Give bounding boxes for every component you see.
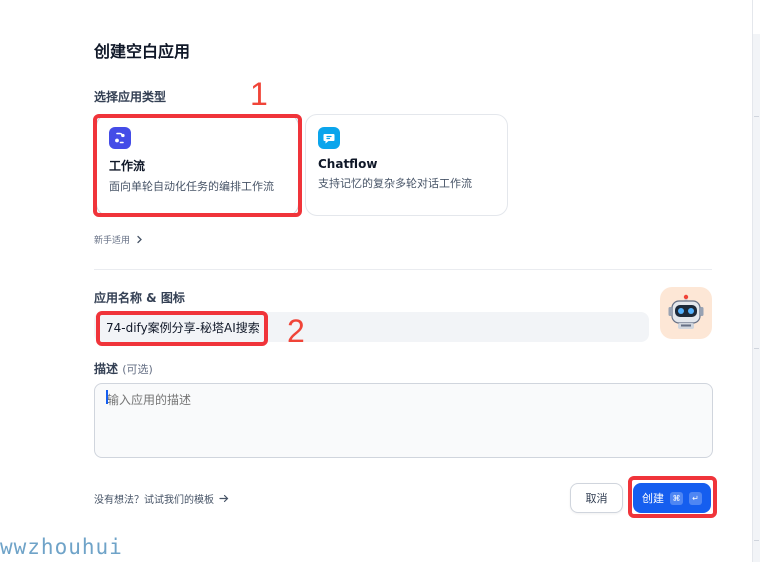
app-type-description: 支持记忆的复杂多轮对话工作流 (318, 177, 472, 190)
app-type-label: 选择应用类型 (94, 90, 167, 104)
scrollbar-notch (754, 540, 759, 541)
description-textarea[interactable] (94, 383, 713, 458)
annotation-marker-2: 2 (287, 313, 305, 349)
workflow-icon (109, 127, 131, 149)
template-link-label: 没有想法？试试我们的模板 (94, 495, 214, 506)
app-type-chatflow[interactable]: Chatflow 支持记忆的复杂多轮对话工作流 (305, 114, 508, 216)
chat-bubble-icon (318, 127, 340, 149)
template-link[interactable]: 没有想法？试试我们的模板 (94, 491, 229, 506)
dialog-title: 创建空白应用 (94, 42, 191, 61)
app-type-description: 面向单轮自动化任务的编排工作流 (109, 180, 274, 193)
app-avatar[interactable] (660, 287, 712, 339)
app-type-title: 工作流 (109, 159, 146, 173)
app-name-label: 应用名称 & 图标 (94, 291, 185, 305)
scrollbar-notch (754, 116, 759, 117)
app-type-title: Chatflow (318, 157, 378, 171)
description-label: 描述 (可选) (94, 360, 153, 377)
annotation-marker-1: 1 (250, 76, 268, 112)
app-type-workflow[interactable]: 工作流 面向单轮自动化任务的编排工作流 (96, 114, 299, 216)
optional-hint: (可选) (122, 363, 153, 376)
beginner-link-label: 新手适用 (94, 236, 131, 246)
scrollbar-cap (753, 0, 760, 34)
scrollbar-notch (754, 348, 759, 349)
section-divider (94, 269, 712, 270)
description-label-text: 描述 (94, 362, 119, 376)
command-key-icon: ⌘ (670, 491, 683, 505)
watermark: wwzhouhui (0, 535, 123, 559)
create-button-label: 创建 (642, 492, 664, 505)
beginner-link[interactable]: 新手适用 (94, 233, 143, 246)
chevron-right-icon (137, 235, 142, 244)
create-button[interactable]: 创建 ⌘ ↵ (633, 483, 711, 513)
app-name-value: 74-dify案例分享-秘塔AI搜索 (106, 320, 260, 335)
app-name-input[interactable]: 74-dify案例分享-秘塔AI搜索 (94, 312, 649, 342)
enter-key-icon: ↵ (689, 491, 702, 505)
text-caret (106, 390, 108, 404)
arrow-right-icon (219, 494, 229, 503)
robot-icon (668, 294, 704, 329)
scrollbar[interactable] (752, 0, 760, 562)
cancel-button[interactable]: 取消 (570, 483, 623, 513)
